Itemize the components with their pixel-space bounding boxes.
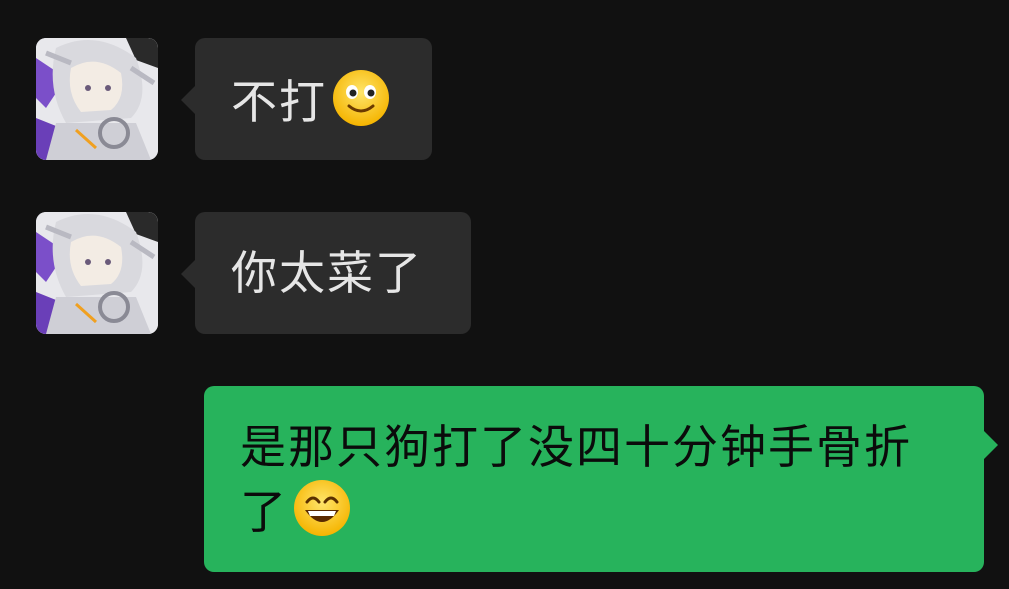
anime-avatar-image: [36, 212, 158, 334]
chat-view: 不打 你太菜了 是那只狗打了没四十分钟手骨折 了: [0, 0, 1009, 589]
grinning-face-icon: [292, 478, 352, 553]
outgoing-message-bubble[interactable]: 是那只狗打了没四十分钟手骨折 了: [204, 386, 998, 572]
message-text-line-2: 了: [240, 478, 948, 553]
message-text-line-1: 是那只狗打了没四十分钟手骨折: [240, 420, 912, 474]
message-text: 你太菜了: [231, 246, 423, 300]
message-text: 不打: [231, 75, 327, 129]
avatar[interactable]: [36, 38, 158, 160]
anime-avatar-image: [36, 38, 158, 160]
message-text-tail: 了: [240, 485, 288, 539]
incoming-message-bubble[interactable]: 你太菜了: [181, 212, 471, 334]
avatar[interactable]: [36, 212, 158, 334]
incoming-message-bubble[interactable]: 不打: [181, 38, 432, 160]
slightly-smiling-face-icon: [331, 68, 391, 143]
